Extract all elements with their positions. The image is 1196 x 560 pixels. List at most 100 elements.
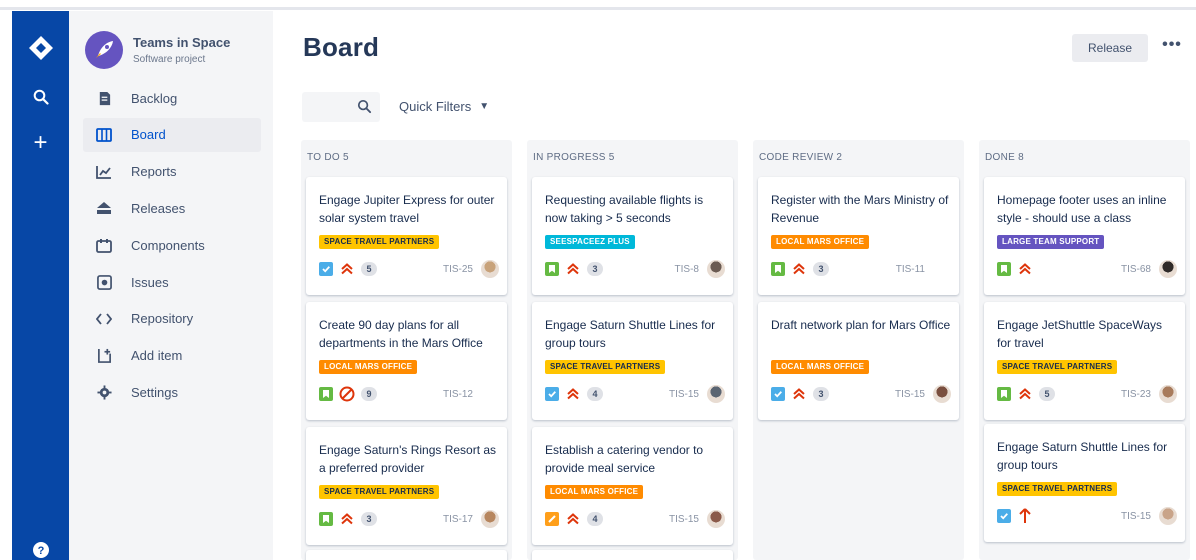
issue-summary: Create 90 day plans for all departments … — [319, 318, 483, 350]
rocket-icon — [85, 31, 123, 69]
assignee-avatar[interactable] — [1159, 507, 1177, 525]
issue-key[interactable]: TIS-25 — [443, 264, 473, 275]
column-header: TO DO 5 — [307, 152, 349, 163]
epic-label[interactable]: LOCAL MARS OFFICE — [771, 360, 870, 374]
issue-key[interactable]: TIS-12 — [443, 389, 473, 400]
sidebar-item-components[interactable]: Components — [83, 228, 261, 262]
quick-filters-dropdown[interactable]: Quick Filters ▼ — [399, 99, 489, 114]
issue-card[interactable]: Establish a catering vendor to provide m… — [532, 427, 733, 545]
epic-label[interactable]: LOCAL MARS OFFICE — [771, 235, 870, 249]
issue-key[interactable]: TIS-15 — [895, 389, 925, 400]
issue-card[interactable]: Engage Jupiter Express for outer solar s… — [306, 177, 507, 295]
task-icon — [771, 387, 785, 401]
column-count: 5 — [342, 152, 349, 163]
search-icon — [357, 99, 372, 114]
epic-label[interactable]: SPACE TRAVEL PARTNERS — [997, 360, 1118, 374]
project-name: Teams in Space — [133, 35, 231, 50]
sidebar-item-repository[interactable]: Repository — [83, 302, 261, 336]
story-icon — [771, 262, 785, 276]
epic-label[interactable]: SPACE TRAVEL PARTNERS — [997, 482, 1118, 496]
sidebar-item-label: Reports — [131, 164, 177, 180]
column-title: CODE REVIEW — [759, 152, 834, 163]
unassigned-avatar — [933, 260, 951, 278]
issue-meta: 4 TIS-15 — [545, 509, 725, 529]
search-icon[interactable] — [12, 89, 69, 110]
issue-card[interactable]: Engage Saturn's Rings Resort as a prefer… — [306, 427, 507, 545]
sidebar-item-issues[interactable]: Issues — [83, 265, 261, 299]
priority-high-icon — [791, 261, 807, 277]
improvement-icon — [545, 512, 559, 526]
issue-card[interactable]: Engage Saturn Shuttle Lines for group to… — [532, 302, 733, 420]
board-search-input[interactable] — [302, 92, 380, 122]
issue-card-partial[interactable] — [532, 550, 733, 560]
story-points-badge: 5 — [1039, 387, 1055, 401]
backlog-icon — [95, 89, 113, 107]
task-icon — [319, 262, 333, 276]
column-count: 2 — [836, 152, 843, 163]
issue-meta: TIS-15 — [997, 506, 1177, 526]
epic-label[interactable]: LOCAL MARS OFFICE — [319, 360, 418, 374]
sidebar-item-label: Backlog — [131, 90, 178, 106]
sidebar-item-reports[interactable]: Reports — [83, 155, 261, 189]
sidebar-item-backlog[interactable]: Backlog — [83, 81, 261, 115]
epic-label[interactable]: SPACE TRAVEL PARTNERS — [545, 360, 666, 374]
assignee-avatar[interactable] — [707, 510, 725, 528]
assignee-avatar[interactable] — [707, 260, 725, 278]
story-icon — [997, 262, 1011, 276]
reports-icon — [95, 163, 113, 181]
sidebar-item-board[interactable]: Board — [83, 117, 261, 152]
more-options-icon[interactable]: ••• — [1160, 36, 1184, 60]
quick-filters-label: Quick Filters — [399, 99, 472, 114]
issue-card[interactable]: Register with the Mars Ministry of Reven… — [758, 177, 959, 295]
column-title: DONE — [985, 152, 1016, 163]
issue-meta: 3 TIS-8 — [545, 259, 725, 279]
assignee-avatar[interactable] — [707, 385, 725, 403]
assignee-avatar[interactable] — [481, 260, 499, 278]
sidebar-item-add-item[interactable]: Add item — [83, 339, 261, 373]
issue-key[interactable]: TIS-8 — [675, 264, 699, 275]
plus-icon[interactable]: + — [12, 131, 69, 155]
priority-highest-icon — [1017, 508, 1033, 524]
jira-logo-icon[interactable] — [12, 35, 69, 66]
issue-card[interactable]: Engage JetShuttle SpaceWays for travel SP… — [984, 302, 1185, 420]
add-item-icon — [95, 347, 113, 365]
issue-summary: Engage Saturn's Rings Resort as a prefer… — [319, 443, 497, 475]
issue-key[interactable]: TIS-17 — [443, 514, 473, 525]
help-icon[interactable]: ? — [12, 541, 69, 560]
project-type: Software project — [133, 54, 206, 65]
issue-card[interactable]: Engage Saturn Shuttle Lines for group to… — [984, 424, 1185, 542]
issue-key[interactable]: TIS-11 — [896, 264, 925, 275]
chevron-down-icon: ▼ — [479, 101, 490, 112]
sidebar-item-releases[interactable]: Releases — [83, 191, 261, 225]
assignee-avatar[interactable] — [481, 510, 499, 528]
column-header: CODE REVIEW 2 — [759, 152, 842, 163]
issue-summary: Engage Jupiter Express for outer solar s… — [319, 193, 495, 225]
issue-key[interactable]: TIS-15 — [669, 389, 699, 400]
assignee-avatar[interactable] — [1159, 385, 1177, 403]
issue-card-partial[interactable] — [306, 550, 507, 560]
assignee-avatar[interactable] — [1159, 260, 1177, 278]
epic-label[interactable]: SPACE TRAVEL PARTNERS — [319, 235, 440, 249]
issue-summary: Register with the Mars Ministry of Reven… — [771, 193, 949, 225]
issue-card[interactable]: Create 90 day plans for all departments … — [306, 302, 507, 420]
issue-card[interactable]: Requesting available flights is now taki… — [532, 177, 733, 295]
story-points-badge: 9 — [361, 387, 377, 401]
project-header[interactable]: Teams in Space Software project — [85, 31, 230, 69]
issue-card[interactable]: Draft network plan for Mars Office LOCAL … — [758, 302, 959, 420]
epic-label[interactable]: SPACE TRAVEL PARTNERS — [319, 485, 440, 499]
issue-key[interactable]: TIS-68 — [1121, 264, 1151, 275]
issue-key[interactable]: TIS-15 — [669, 514, 699, 525]
issue-card[interactable]: Homepage footer uses an inline style - s… — [984, 177, 1185, 295]
epic-label[interactable]: SEESPACEEZ PLUS — [545, 235, 635, 249]
sidebar-item-settings[interactable]: Settings — [83, 375, 261, 409]
sidebar-item-label: Settings — [131, 384, 178, 400]
assignee-avatar[interactable] — [933, 385, 951, 403]
issue-key[interactable]: TIS-23 — [1121, 389, 1151, 400]
priority-high-icon — [339, 261, 355, 277]
epic-label[interactable]: LOCAL MARS OFFICE — [545, 485, 644, 499]
issue-meta: 9 TIS-12 — [319, 384, 499, 404]
sidebar-item-label: Add item — [131, 348, 183, 364]
issue-key[interactable]: TIS-15 — [1121, 511, 1151, 522]
release-button[interactable]: Release — [1072, 34, 1148, 62]
epic-label[interactable]: LARGE TEAM SUPPORT — [997, 235, 1105, 249]
